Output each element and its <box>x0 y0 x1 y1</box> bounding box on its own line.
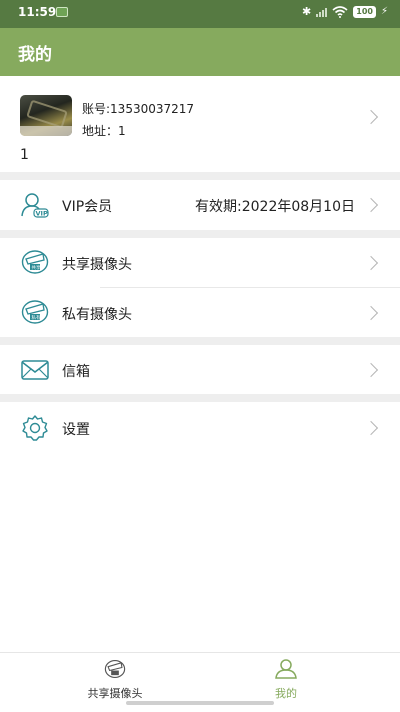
vip-row[interactable]: VIP VIP会员 有效期:2022年08月10日 <box>0 180 400 230</box>
mailbox-row[interactable]: 信箱 <box>0 345 400 394</box>
private-camera-row[interactable]: 私有 私有摄像头 <box>0 288 400 337</box>
settings-label: 设置 <box>62 422 90 438</box>
section-divider <box>0 394 400 402</box>
chevron-right-icon <box>363 109 379 125</box>
nav-label-mine: 我的 <box>275 687 297 700</box>
avatar[interactable] <box>20 95 72 136</box>
bluetooth-icon: ✱ <box>302 5 312 18</box>
home-indicator <box>126 701 274 705</box>
app-header: 我的 <box>0 28 400 76</box>
chevron-right-icon <box>363 305 379 321</box>
signal-icon <box>316 7 328 17</box>
charging-icon: ⚡ <box>380 6 388 17</box>
camera-icon <box>104 659 126 679</box>
shared-camera-row[interactable]: 共享 共享摄像头 <box>0 238 400 287</box>
account-number: 账号:13530037217 <box>82 102 195 116</box>
status-time: 11:59 <box>18 5 57 19</box>
section-divider <box>0 337 400 345</box>
svg-text:私有: 私有 <box>32 314 41 321</box>
private-camera-icon: 私有 <box>21 300 49 324</box>
nav-label-shared-camera: 共享摄像头 <box>87 687 143 700</box>
envelope-icon <box>21 360 49 380</box>
svg-text:VIP: VIP <box>36 210 48 218</box>
mailbox-label: 信箱 <box>62 364 90 380</box>
status-bar: 11:59 ✱ 100 ⚡ <box>0 0 400 28</box>
shared-camera-label: 共享摄像头 <box>62 257 132 273</box>
section-divider <box>0 172 400 180</box>
chevron-right-icon <box>363 362 379 378</box>
nav-item-mine[interactable]: 我的 <box>186 659 386 701</box>
vip-user-icon: VIP <box>21 193 49 218</box>
profile-card[interactable]: 账号:13530037217 地址：1 1 <box>0 76 400 172</box>
status-icons: ✱ 100 ⚡ <box>302 5 388 18</box>
chevron-right-icon <box>363 197 379 213</box>
vip-label: VIP会员 <box>62 199 113 215</box>
nav-item-shared-camera[interactable]: 共享摄像头 <box>15 659 215 701</box>
shared-camera-icon: 共享 <box>21 250 49 274</box>
gear-icon <box>22 415 48 441</box>
vip-expiry: 有效期:2022年08月10日 <box>195 199 355 215</box>
address-text: 地址：1 <box>82 124 126 138</box>
section-divider <box>0 230 400 238</box>
notification-icon <box>56 7 68 17</box>
battery-icon: 100 <box>353 5 376 18</box>
chevron-right-icon <box>363 420 379 436</box>
page-title: 我的 <box>18 45 52 65</box>
person-icon <box>275 659 297 679</box>
chevron-right-icon <box>363 255 379 271</box>
wifi-icon <box>332 5 348 18</box>
svg-text:共享: 共享 <box>32 264 41 271</box>
profile-name: 1 <box>20 147 29 163</box>
settings-row[interactable]: 设置 <box>0 402 400 452</box>
private-camera-label: 私有摄像头 <box>62 307 132 323</box>
